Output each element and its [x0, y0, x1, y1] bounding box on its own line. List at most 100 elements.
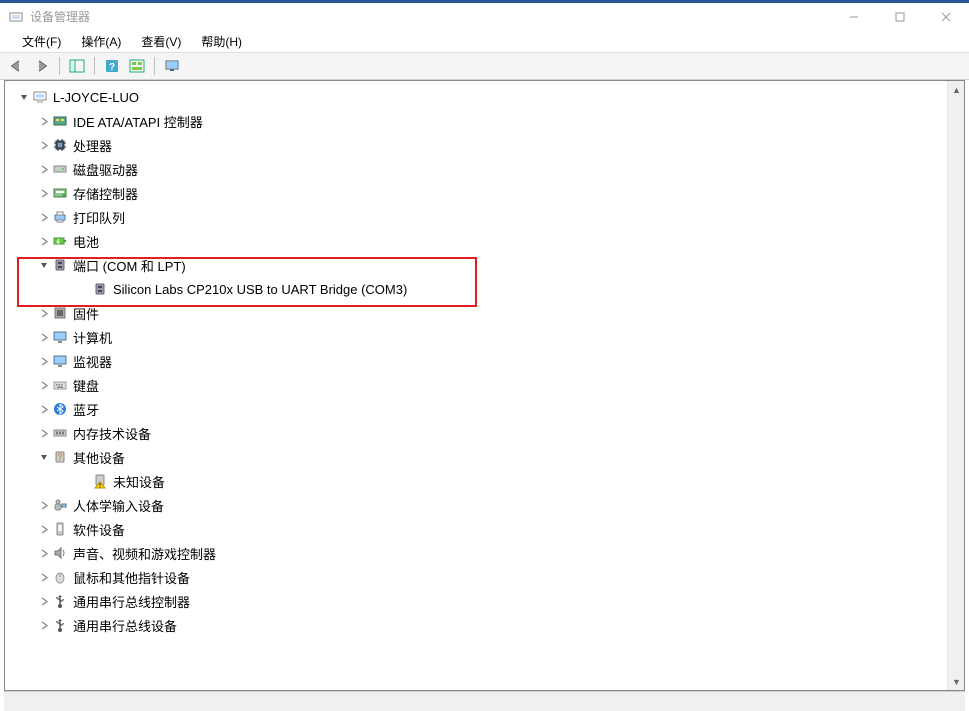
- node-label: 电池: [73, 232, 99, 251]
- tree-node-monitor[interactable]: 监视器: [9, 349, 947, 373]
- node-label: 未知设备: [113, 472, 165, 491]
- chevron-right-icon[interactable]: [37, 525, 51, 534]
- battery-icon: [51, 232, 69, 250]
- scan-hardware-button[interactable]: [126, 55, 148, 77]
- chevron-right-icon[interactable]: [37, 141, 51, 150]
- tree-node-software[interactable]: 软件设备: [9, 517, 947, 541]
- vertical-scrollbar[interactable]: ▲ ▼: [947, 81, 964, 690]
- node-label: 监视器: [73, 352, 112, 371]
- statusbar: [4, 691, 965, 711]
- chevron-right-icon[interactable]: [37, 621, 51, 630]
- chevron-down-icon[interactable]: [17, 93, 31, 102]
- software-device-icon: [51, 520, 69, 538]
- scroll-down-button[interactable]: ▼: [948, 673, 965, 690]
- maximize-button[interactable]: [877, 3, 923, 30]
- tree-node-bluetooth[interactable]: 蓝牙: [9, 397, 947, 421]
- audio-icon: [51, 544, 69, 562]
- node-label: 人体学输入设备: [73, 496, 164, 515]
- keyboard-icon: [51, 376, 69, 394]
- chevron-right-icon[interactable]: [37, 309, 51, 318]
- usb-icon: [51, 592, 69, 610]
- tree-node-hid[interactable]: 人体学输入设备: [9, 493, 947, 517]
- chevron-right-icon[interactable]: [37, 333, 51, 342]
- tree-node-memory[interactable]: 内存技术设备: [9, 421, 947, 445]
- minimize-button[interactable]: [831, 3, 877, 30]
- tree-node-usb-dev[interactable]: 通用串行总线设备: [9, 613, 947, 637]
- tree-node-storage[interactable]: 存储控制器: [9, 181, 947, 205]
- node-label: 存储控制器: [73, 184, 138, 203]
- chevron-right-icon[interactable]: [37, 189, 51, 198]
- node-label: IDE ATA/ATAPI 控制器: [73, 112, 203, 131]
- tree-node-computer[interactable]: 计算机: [9, 325, 947, 349]
- mouse-icon: [51, 568, 69, 586]
- tree-node-mouse[interactable]: 鼠标和其他指针设备: [9, 565, 947, 589]
- menu-file[interactable]: 文件(F): [12, 31, 71, 52]
- usb-icon: [51, 616, 69, 634]
- cpu-icon: [51, 136, 69, 154]
- node-label: 其他设备: [73, 448, 125, 467]
- other-devices-icon: ?: [51, 448, 69, 466]
- node-label: Silicon Labs CP210x USB to UART Bridge (…: [113, 282, 407, 297]
- node-label: 鼠标和其他指针设备: [73, 568, 190, 587]
- display-devices-button[interactable]: [161, 55, 183, 77]
- bluetooth-icon: [51, 400, 69, 418]
- tree-node-firmware[interactable]: 固件: [9, 301, 947, 325]
- tree-node-disk[interactable]: 磁盘驱动器: [9, 157, 947, 181]
- titlebar: 设备管理器: [0, 0, 969, 30]
- content-area: L-JOYCE-LUO IDE ATA/ATAPI 控制器 处理器 磁盘驱动器: [4, 80, 965, 691]
- chevron-right-icon[interactable]: [37, 381, 51, 390]
- chevron-right-icon[interactable]: [37, 501, 51, 510]
- tree-node-battery[interactable]: 电池: [9, 229, 947, 253]
- tree-node-usb-ctrl[interactable]: 通用串行总线控制器: [9, 589, 947, 613]
- chevron-right-icon[interactable]: [37, 549, 51, 558]
- tree-node-other-child[interactable]: ! 未知设备: [9, 469, 947, 493]
- chevron-right-icon[interactable]: [37, 429, 51, 438]
- chevron-down-icon[interactable]: [37, 453, 51, 462]
- chevron-right-icon[interactable]: [37, 117, 51, 126]
- tree-node-ports[interactable]: 端口 (COM 和 LPT): [9, 253, 947, 277]
- chevron-right-icon[interactable]: [37, 213, 51, 222]
- chevron-right-icon[interactable]: [37, 237, 51, 246]
- menubar: 文件(F) 操作(A) 查看(V) 帮助(H): [0, 30, 969, 52]
- tree-node-sound[interactable]: 声音、视频和游戏控制器: [9, 541, 947, 565]
- menu-view[interactable]: 查看(V): [131, 31, 191, 52]
- window-title: 设备管理器: [30, 8, 831, 25]
- forward-button[interactable]: [31, 55, 53, 77]
- tree-node-cpu[interactable]: 处理器: [9, 133, 947, 157]
- node-label: 计算机: [73, 328, 112, 347]
- tree-node-ide[interactable]: IDE ATA/ATAPI 控制器: [9, 109, 947, 133]
- node-label: 通用串行总线设备: [73, 616, 177, 635]
- toolbar-separator: [94, 57, 95, 75]
- menu-help[interactable]: 帮助(H): [191, 31, 252, 52]
- scroll-up-button[interactable]: ▲: [948, 81, 965, 98]
- tree-node-keyboard[interactable]: 键盘: [9, 373, 947, 397]
- unknown-device-icon: !: [91, 472, 109, 490]
- chevron-right-icon[interactable]: [37, 405, 51, 414]
- chevron-down-icon[interactable]: [37, 261, 51, 270]
- chevron-right-icon[interactable]: [37, 573, 51, 582]
- ide-controller-icon: [51, 112, 69, 130]
- firmware-icon: [51, 304, 69, 322]
- chevron-right-icon[interactable]: [37, 597, 51, 606]
- device-manager-icon: [8, 9, 24, 25]
- tree-node-printq[interactable]: 打印队列: [9, 205, 947, 229]
- back-button[interactable]: [6, 55, 28, 77]
- device-tree[interactable]: L-JOYCE-LUO IDE ATA/ATAPI 控制器 处理器 磁盘驱动器: [5, 81, 947, 690]
- help-button[interactable]: ?: [101, 55, 123, 77]
- storage-controller-icon: [51, 184, 69, 202]
- tree-root[interactable]: L-JOYCE-LUO: [9, 85, 947, 109]
- chevron-right-icon[interactable]: [37, 357, 51, 366]
- monitor-icon: [51, 352, 69, 370]
- svg-text:?: ?: [109, 62, 115, 73]
- close-button[interactable]: [923, 3, 969, 30]
- chevron-right-icon[interactable]: [37, 165, 51, 174]
- printer-icon: [51, 208, 69, 226]
- tree-node-other[interactable]: ? 其他设备: [9, 445, 947, 469]
- show-hide-tree-button[interactable]: [66, 55, 88, 77]
- node-label: 软件设备: [73, 520, 125, 539]
- tree-node-ports-child[interactable]: Silicon Labs CP210x USB to UART Bridge (…: [9, 277, 947, 301]
- node-label: 磁盘驱动器: [73, 160, 138, 179]
- menu-action[interactable]: 操作(A): [71, 31, 131, 52]
- port-icon: [51, 256, 69, 274]
- hid-icon: [51, 496, 69, 514]
